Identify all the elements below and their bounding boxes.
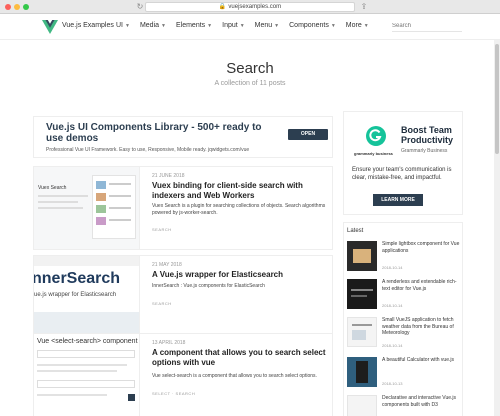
lock-icon: 🔒 bbox=[218, 4, 227, 10]
post-title[interactable]: A component that allows you to search se… bbox=[152, 348, 328, 368]
ad-brand: Grammarly Business bbox=[401, 148, 448, 154]
latest-item[interactable]: Declarative and interactive Vue.js compo… bbox=[347, 395, 461, 416]
post-title[interactable]: Vuex binding for client-side search with… bbox=[152, 181, 328, 201]
share-icon[interactable]: ⇪ bbox=[360, 3, 368, 11]
latest-date: 2018-10-14 bbox=[382, 303, 403, 308]
post-excerpt: Vue select-search is a component that al… bbox=[152, 373, 317, 379]
latest-item[interactable]: A beautiful Calculator with vue.js 2018-… bbox=[347, 357, 461, 391]
latest-title[interactable]: Declarative and interactive Vue.js compo… bbox=[382, 395, 462, 408]
post-card[interactable]: Vuex Search 21 JUNE 2018 Vuex binding fo… bbox=[33, 166, 333, 250]
menu-item-input[interactable]: Input ▼ bbox=[222, 22, 245, 29]
post-excerpt: Vuex Search is a plugin for searching co… bbox=[152, 203, 326, 216]
post-card[interactable]: nnerSearch ue.js wrapper for Elasticsear… bbox=[33, 255, 333, 339]
latest-thumbnail[interactable] bbox=[347, 279, 377, 309]
post-thumbnail[interactable]: Vuex Search bbox=[34, 167, 140, 249]
minimize-window-button[interactable] bbox=[14, 4, 20, 10]
post-thumbnail[interactable]: nnerSearch ue.js wrapper for Elasticsear… bbox=[34, 256, 140, 338]
latest-date: 2018-10-13 bbox=[382, 381, 403, 386]
latest-title[interactable]: A renderless and extendable rich-text ed… bbox=[382, 279, 462, 292]
grammarly-logo-icon bbox=[366, 126, 386, 146]
site-navbar: Vue.js Examples UI ▼ Media ▼ Elements ▼ Inp… bbox=[0, 14, 500, 40]
latest-heading: Latest bbox=[347, 228, 364, 234]
latest-posts: Latest Simple lightbox component for Vue… bbox=[343, 222, 463, 416]
latest-item[interactable]: Simple lightbox component for Vue applic… bbox=[347, 241, 461, 275]
main-menu: UI ▼ Media ▼ Elements ▼ Input ▼ Menu ▼ Compon… bbox=[116, 22, 369, 29]
post-tag[interactable]: SEARCH bbox=[152, 301, 172, 306]
maximize-window-button[interactable] bbox=[23, 4, 29, 10]
latest-title[interactable]: A beautiful Calculator with vue.js bbox=[382, 357, 462, 364]
latest-item[interactable]: A renderless and extendable rich-text ed… bbox=[347, 279, 461, 313]
search-input[interactable] bbox=[392, 21, 462, 32]
menu-item-more[interactable]: More ▼ bbox=[346, 22, 369, 29]
latest-date: 2018-10-14 bbox=[382, 265, 403, 270]
ad-open-button[interactable]: OPEN bbox=[288, 129, 328, 140]
address-bar[interactable]: 🔒 vuejsexamples.com bbox=[145, 2, 355, 12]
page-title: Search bbox=[226, 60, 274, 77]
url-text: vuejsexamples.com bbox=[228, 4, 282, 10]
post-title[interactable]: A Vue.js wrapper for Elasticsearch bbox=[152, 270, 328, 280]
latest-date: 2018-10-14 bbox=[382, 343, 403, 348]
latest-thumbnail[interactable] bbox=[347, 241, 377, 271]
post-tag[interactable]: SELECT · SEARCH bbox=[152, 391, 195, 396]
sidebar-ad[interactable]: grammarly business Boost Team Productivi… bbox=[343, 111, 463, 215]
thumb-caption: Vuex Search bbox=[38, 185, 67, 191]
latest-title[interactable]: Small VueJS application to fetch weather… bbox=[382, 317, 462, 337]
learn-more-button[interactable]: LEARN MORE bbox=[373, 194, 423, 206]
thumb-title: Vue <select-search> component bbox=[37, 338, 138, 345]
latest-title[interactable]: Simple lightbox component for Vue applic… bbox=[382, 241, 462, 254]
menu-item-media[interactable]: Media ▼ bbox=[140, 22, 166, 29]
latest-item[interactable]: Small VueJS application to fetch weather… bbox=[347, 317, 461, 351]
menu-item-elements[interactable]: Elements ▼ bbox=[176, 22, 212, 29]
site-brand[interactable]: Vue.js Examples bbox=[62, 22, 114, 29]
close-window-button[interactable] bbox=[5, 4, 11, 10]
post-thumbnail[interactable]: Vue <select-search> component bbox=[34, 334, 140, 416]
thumb-subtitle: ue.js wrapper for Elasticsearch bbox=[34, 292, 117, 298]
latest-thumbnail[interactable] bbox=[347, 317, 377, 347]
menu-item-ui[interactable]: UI ▼ bbox=[116, 22, 130, 29]
thumb-title: nnerSearch bbox=[34, 270, 121, 287]
ad-logo-word: grammarly business bbox=[354, 151, 393, 156]
post-excerpt: InnerSearch : Vue.js components for Elas… bbox=[152, 283, 265, 289]
menu-item-menu[interactable]: Menu ▼ bbox=[255, 22, 279, 29]
latest-thumbnail[interactable] bbox=[347, 395, 377, 416]
post-tag[interactable]: SEARCH bbox=[152, 227, 172, 232]
vue-logo-icon[interactable] bbox=[42, 20, 58, 34]
menu-item-components[interactable]: Components ▼ bbox=[289, 22, 336, 29]
ad-headline[interactable]: Boost Team Productivity bbox=[401, 125, 461, 145]
browser-toolbar: ↻ 🔒 vuejsexamples.com ⇪ bbox=[0, 0, 500, 14]
scrollbar-thumb[interactable] bbox=[495, 44, 499, 154]
ad-title[interactable]: Vue.js UI Components Library - 500+ read… bbox=[46, 122, 264, 144]
reload-icon[interactable]: ↻ bbox=[136, 3, 144, 11]
post-date: 21 MAY 2018 bbox=[152, 262, 182, 268]
page-scrollbar[interactable] bbox=[494, 40, 500, 416]
ad-text: Ensure your team's communication is clea… bbox=[352, 167, 452, 181]
post-date: 13 APRIL 2018 bbox=[152, 340, 186, 346]
post-date: 21 JUNE 2018 bbox=[152, 173, 185, 179]
latest-thumbnail[interactable] bbox=[347, 357, 377, 387]
ad-description: Professional Vue UI Framework. Easy to u… bbox=[46, 147, 250, 153]
page-subtitle: A collection of 11 posts bbox=[214, 80, 286, 87]
ad-banner[interactable]: Vue.js UI Components Library - 500+ read… bbox=[33, 116, 333, 158]
post-card[interactable]: Vue <select-search> component 13 APRIL 2… bbox=[33, 333, 333, 416]
